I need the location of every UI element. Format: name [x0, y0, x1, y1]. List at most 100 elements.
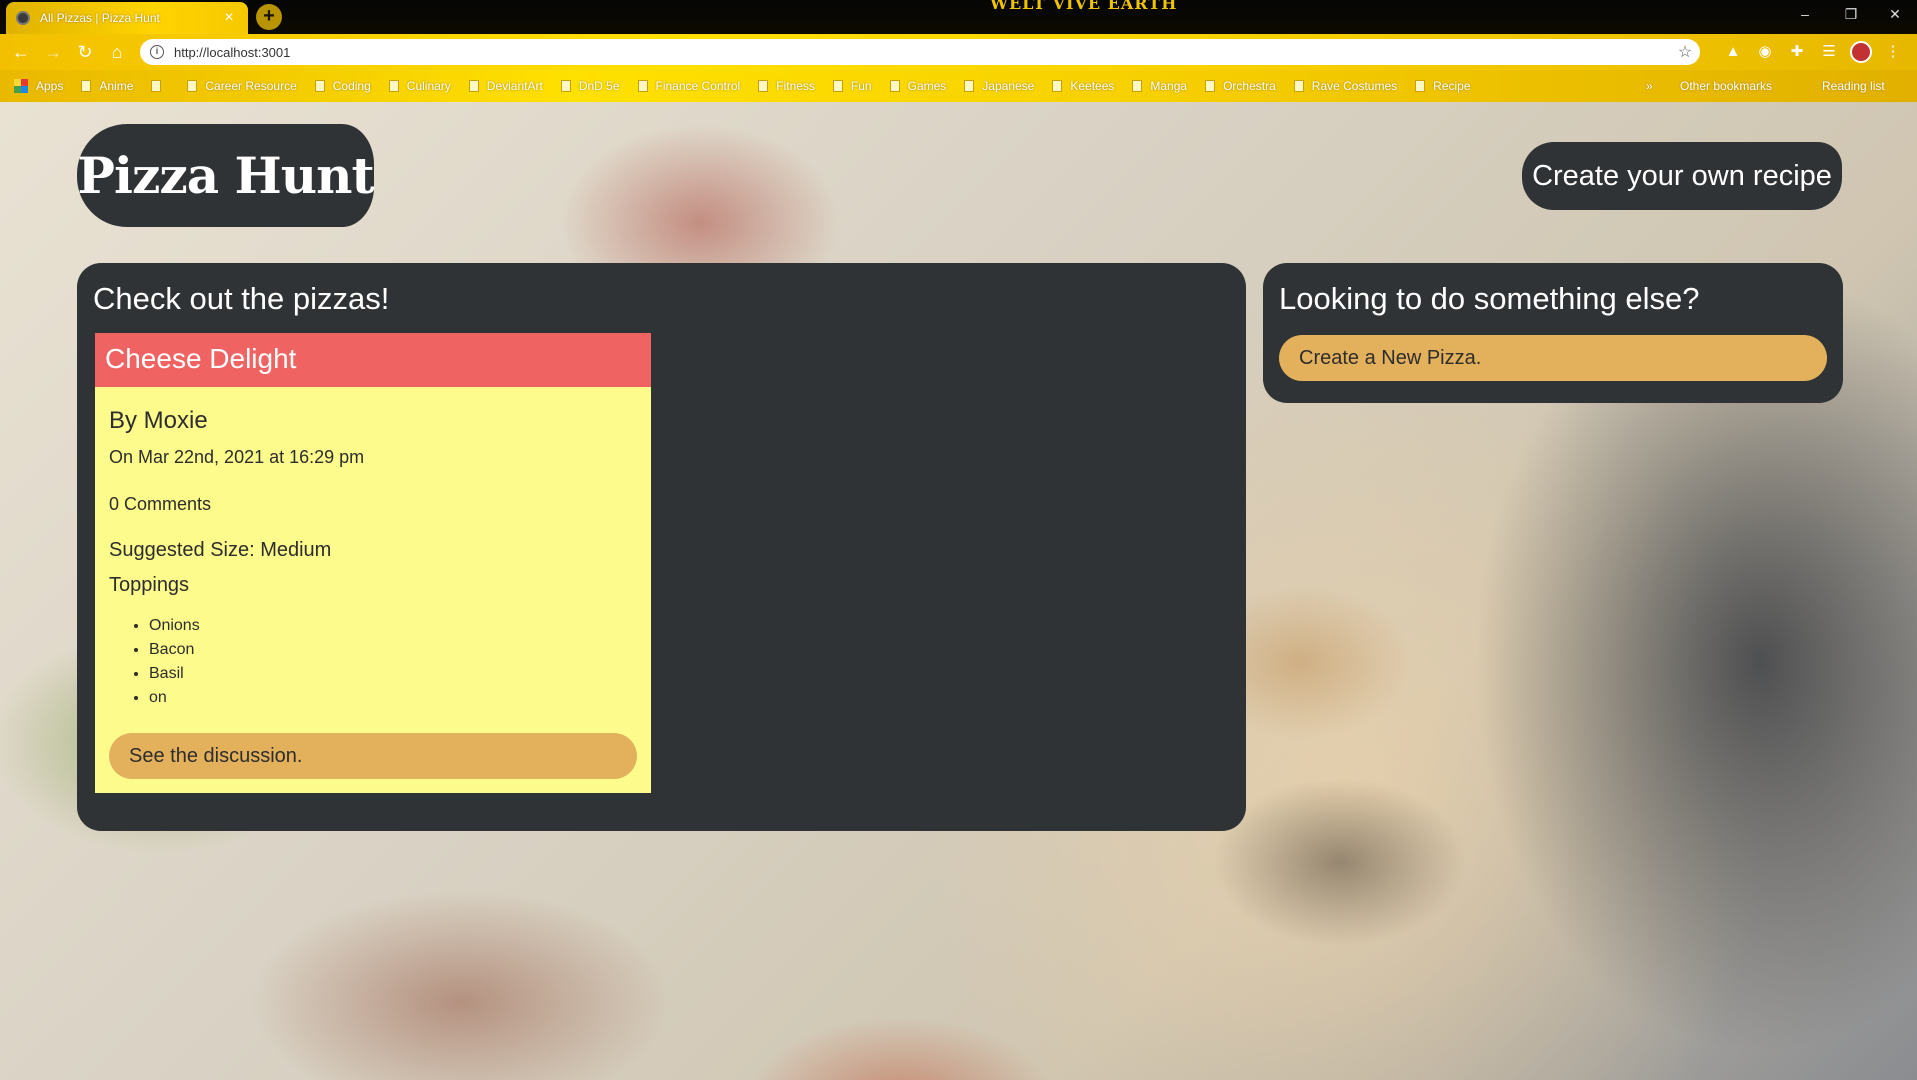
bookmark-item[interactable]: DnD 5e [560, 79, 620, 93]
bookmark-item[interactable]: Games [889, 79, 947, 93]
pizza-comment-count: 0 Comments [109, 494, 212, 514]
bookmark-item[interactable]: Japanese [964, 79, 1034, 93]
site-logo[interactable]: Pizza Hunt [77, 124, 375, 227]
bookmark-label: Apps [36, 79, 64, 93]
bookmark-item[interactable]: Anime [81, 79, 133, 93]
bookmark-item[interactable]: DeviantArt [468, 79, 543, 93]
topping-item: Basil [149, 665, 637, 689]
browser-toolbar: ← → ↻ ⌂ i http://localhost:3001 ☆ ▲ ◉ ✚ … [0, 34, 1917, 70]
folder-icon [637, 80, 648, 92]
folder-icon [832, 80, 843, 92]
bookmark-label: Culinary [406, 79, 451, 93]
folder-icon [889, 80, 900, 92]
tab-close-icon[interactable]: × [220, 9, 238, 27]
bookmark-label: Games [907, 79, 947, 93]
bookmark-label: DeviantArt [486, 79, 543, 93]
bookmark-item[interactable] [151, 80, 169, 92]
theme-banner-text: WELT VIVE EARTH [990, 0, 1178, 10]
see-discussion-button[interactable]: See the discussion. [109, 733, 637, 779]
reading-list-button[interactable]: Reading list [1822, 70, 1885, 102]
bookmark-item[interactable]: Apps [14, 79, 63, 93]
puzzle-extensions-icon[interactable]: ✚ [1786, 41, 1808, 63]
folder-icon [758, 80, 769, 92]
folder-icon [1052, 80, 1063, 92]
address-url[interactable]: http://localhost:3001 [174, 45, 1670, 60]
browser-tab-active[interactable]: All Pizzas | Pizza Hunt × [6, 2, 248, 34]
actions-title: Looking to do something else? [1279, 281, 1700, 316]
folder-icon [151, 80, 162, 92]
topping-item: Onions [149, 617, 637, 641]
pizza-list-title: Check out the pizzas! [93, 281, 390, 316]
folder-icon [1293, 80, 1304, 92]
bookmark-star-icon[interactable]: ☆ [1670, 42, 1700, 62]
pizza-name: Cheese Delight [95, 333, 651, 387]
page-viewport: Pizza Hunt Create your own recipe Check … [0, 102, 1917, 1080]
bookmarks-bar: Apps Anime Career Resource Coding Culinary De… [0, 70, 1917, 102]
forward-arrow-icon[interactable]: → [42, 41, 64, 63]
apps-grid-icon [14, 79, 28, 93]
bookmark-item[interactable]: Rave Costumes [1293, 79, 1397, 93]
bookmark-item[interactable]: Orchestra [1205, 79, 1276, 93]
bookmark-item[interactable]: Keetees [1052, 79, 1114, 93]
minimize-icon[interactable]: – [1782, 0, 1828, 30]
folder-icon [81, 80, 92, 92]
actions-panel: Looking to do something else? Create a N… [1263, 263, 1843, 403]
bookmark-item[interactable]: Manga [1132, 79, 1187, 93]
back-arrow-icon[interactable]: ← [10, 41, 32, 63]
drive-extension-icon[interactable]: ▲ [1722, 41, 1744, 63]
close-window-icon[interactable]: ✕ [1872, 0, 1917, 30]
folder-icon [560, 80, 571, 92]
bookmark-label: DnD 5e [578, 79, 620, 93]
bookmark-item[interactable]: Culinary [388, 79, 451, 93]
folder-icon [1415, 80, 1426, 92]
folder-icon [1132, 80, 1143, 92]
create-recipe-button[interactable]: Create your own recipe [1522, 142, 1842, 210]
folder-icon [187, 80, 198, 92]
tab-favicon-icon [16, 11, 30, 25]
bookmark-item[interactable]: Fitness [758, 79, 815, 93]
bookmark-label: Coding [332, 79, 371, 93]
bookmark-label: Fitness [776, 79, 815, 93]
reading-list-toolbar-icon[interactable]: ☰ [1818, 41, 1840, 63]
other-bookmarks-folder[interactable]: Other bookmarks [1680, 70, 1772, 102]
pizza-list-panel: Check out the pizzas! Cheese Delight By … [77, 263, 1246, 831]
browser-menu-icon[interactable]: ⋮ [1882, 41, 1904, 63]
new-tab-button[interactable]: + [256, 4, 282, 30]
folder-icon [388, 80, 399, 92]
folder-icon [468, 80, 479, 92]
toppings-heading: Toppings [109, 574, 190, 596]
bookmark-label: Keetees [1070, 79, 1115, 93]
bookmarks-overflow-button[interactable]: » [1646, 70, 1653, 102]
folder-icon [1205, 80, 1216, 92]
bookmark-item[interactable]: Recipe [1415, 79, 1471, 93]
bookmark-item[interactable]: Finance Control [637, 79, 741, 93]
reload-icon[interactable]: ↻ [74, 41, 96, 63]
bookmark-label: Anime [99, 79, 134, 93]
browser-tab-strip: All Pizzas | Pizza Hunt × + WELT VIVE EA… [0, 0, 1917, 34]
pizza-suggested-size: Suggested Size: Medium [109, 539, 332, 561]
address-bar[interactable]: i http://localhost:3001 ☆ [140, 39, 1700, 65]
bookmark-item[interactable]: Fun [832, 79, 872, 93]
bookmark-label: Career Resource [205, 79, 297, 93]
bookmark-label: Orchestra [1223, 79, 1276, 93]
logo-text: Pizza Hunt [77, 146, 374, 205]
folder-icon [314, 80, 325, 92]
folder-icon [964, 80, 975, 92]
profile-avatar[interactable] [1850, 41, 1872, 63]
restore-icon[interactable]: ❐ [1828, 0, 1874, 30]
topping-item: Bacon [149, 641, 637, 665]
bookmark-item[interactable]: Career Resource [187, 79, 297, 93]
extension-circle-icon[interactable]: ◉ [1754, 41, 1776, 63]
create-new-pizza-button[interactable]: Create a New Pizza. [1279, 335, 1827, 381]
pizza-card: Cheese Delight By Moxie On Mar 22nd, 202… [95, 333, 651, 793]
tab-title: All Pizzas | Pizza Hunt [40, 11, 160, 25]
bookmark-label: Recipe [1433, 79, 1471, 93]
site-info-icon[interactable]: i [150, 45, 164, 59]
bookmark-item[interactable]: Coding [314, 79, 371, 93]
home-icon[interactable]: ⌂ [106, 41, 128, 63]
bookmark-label: Finance Control [655, 79, 741, 93]
topping-item: on [149, 689, 637, 713]
bookmark-label: Manga [1150, 79, 1188, 93]
pizza-date: On Mar 22nd, 2021 at 16:29 pm [109, 447, 365, 467]
extensions-area: ▲ ◉ ✚ ☰ ⋮ [1722, 41, 1904, 63]
